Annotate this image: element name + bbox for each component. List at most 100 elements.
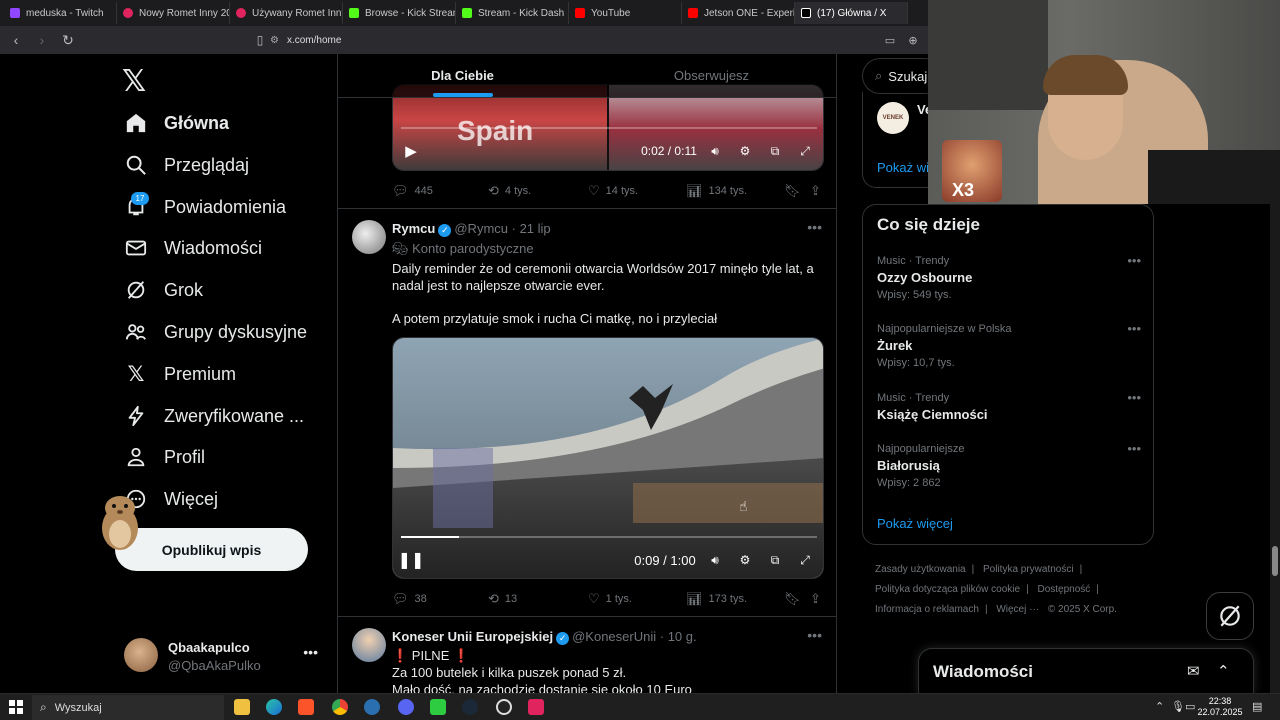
volume-icon[interactable]: 🔊︎ — [705, 141, 725, 161]
more-icon[interactable]: ••• — [1127, 390, 1141, 405]
fullscreen-icon[interactable]: ⤢ — [795, 550, 815, 570]
browser-tab-active[interactable]: (17) Główna / X — [795, 2, 908, 24]
settings-icon[interactable]: ⚙ — [735, 550, 755, 570]
steam-icon[interactable] — [462, 699, 478, 715]
footer-link[interactable]: Więcej ··· — [996, 604, 1039, 615]
back-icon[interactable]: ‹ — [6, 30, 26, 50]
author-handle[interactable]: @Rymcu — [454, 221, 508, 236]
reply-button[interactable]: 💬︎ 38 — [392, 591, 427, 607]
pip-icon[interactable]: ⧉ — [765, 141, 785, 161]
trend-item[interactable]: Music · Trendy Książę Ciemności ••• — [877, 390, 1143, 422]
footer-link[interactable]: Dostępność — [1037, 584, 1090, 595]
more-icon[interactable]: ••• — [1127, 321, 1141, 336]
tab-following[interactable]: Obserwujesz — [587, 54, 836, 97]
nav-explore[interactable]: Przeglądaj — [124, 145, 249, 185]
new-message-icon[interactable]: ✉ — [1187, 662, 1200, 680]
address-field[interactable]: ⚙ x.com/home — [270, 30, 920, 50]
app-icon[interactable] — [430, 699, 446, 715]
tab-for-you[interactable]: Dla Ciebie — [338, 54, 587, 97]
pip-icon[interactable]: ⧉ — [765, 550, 785, 570]
grok-floating-button[interactable] — [1206, 592, 1254, 640]
cast-icon[interactable]: ▭ — [880, 30, 900, 50]
bookmark-icon[interactable]: ▯ — [250, 30, 270, 50]
tray-expand-icon[interactable]: ⌃ — [1155, 700, 1164, 713]
messages-drawer[interactable]: Wiadomości ✉ ⌃ — [918, 648, 1254, 693]
file-explorer-icon[interactable] — [234, 699, 250, 715]
edge-icon[interactable] — [266, 699, 282, 715]
author-name[interactable]: Rymcu — [392, 221, 435, 236]
trend-item[interactable]: Music · Trendy Ozzy Osbourne Wpisy: 549 … — [877, 253, 1143, 301]
chrome-icon[interactable] — [332, 699, 348, 715]
more-icon[interactable]: ••• — [807, 219, 822, 235]
nav-grok[interactable]: Grok — [124, 270, 203, 310]
brave-icon[interactable] — [298, 699, 314, 715]
browser-tab[interactable]: Browse - Kick Streaming — [343, 2, 456, 24]
reply-button[interactable]: 💬︎ 445 — [392, 183, 433, 199]
x-logo-icon[interactable]: 𝕏 — [122, 64, 146, 99]
like-button[interactable]: ♡ 14 tys. — [588, 183, 638, 199]
nav-profile[interactable]: Profil — [124, 437, 205, 477]
tweet-date[interactable]: · 21 lip — [512, 221, 551, 236]
trend-item[interactable]: Najpopularniejsze w Polska Żurek Wpisy: … — [877, 321, 1143, 369]
show-more-link[interactable]: Pokaż wi — [877, 160, 929, 175]
reload-icon[interactable]: ↻ — [58, 30, 78, 50]
app-icon[interactable] — [528, 699, 544, 715]
obs-icon[interactable] — [496, 699, 512, 715]
nav-notifications[interactable]: Powiadomienia — [124, 187, 286, 227]
show-more-link[interactable]: Pokaż więcej — [877, 516, 953, 531]
more-icon[interactable]: ••• — [807, 627, 822, 643]
more-icon[interactable]: ••• — [1127, 441, 1141, 456]
account-switcher[interactable]: Qbaakapulco @QbaAkaPulko ••• — [124, 638, 324, 674]
microphone-icon[interactable]: 🎙︎ — [1171, 700, 1185, 713]
settings-icon[interactable]: ⚙ — [735, 141, 755, 161]
windows-start-icon[interactable] — [9, 700, 23, 714]
browser-tab[interactable]: Używany Romet Inny 2 — [230, 2, 343, 24]
nav-verified-orgs[interactable]: Zweryfikowane ... — [124, 396, 304, 436]
trend-item[interactable]: Najpopularniejsze Białorusią Wpisy: 2 86… — [877, 441, 1143, 489]
taskbar-search[interactable]: ⌕ Wyszukaj — [32, 695, 224, 720]
repost-button[interactable]: ⟲ 4 tys. — [488, 183, 531, 199]
browser-tab[interactable]: Nowy Romet Inny 2025 — [117, 2, 230, 24]
notification-center-icon[interactable]: ▤ — [1252, 700, 1262, 713]
app-icon[interactable] — [364, 699, 380, 715]
nav-messages[interactable]: Wiadomości — [124, 228, 262, 268]
avatar[interactable]: VENEK — [877, 102, 909, 134]
volume-icon[interactable]: 🔊︎ — [705, 550, 725, 570]
network-icon[interactable]: ▭ — [1185, 700, 1195, 713]
scrollbar-thumb[interactable] — [1272, 546, 1278, 576]
author-name[interactable]: Koneser Unii Europejskiej — [392, 629, 553, 644]
share-button[interactable]: ⇪ — [810, 591, 827, 607]
scrollbar[interactable] — [1270, 204, 1280, 693]
play-icon[interactable]: ▶ — [401, 141, 421, 161]
author-handle[interactable]: @KoneserUnii — [572, 629, 656, 644]
avatar[interactable] — [352, 628, 386, 662]
views-button[interactable]: 📊︎ 134 tys. — [686, 183, 747, 199]
nav-premium[interactable]: 𝕏 Premium — [124, 354, 236, 394]
avatar[interactable] — [352, 220, 386, 254]
browser-tab[interactable]: YouTube — [569, 2, 682, 24]
video-player[interactable]: ❚❚ 0:09 / 1:00 🔊︎ ⚙ ⧉ ⤢ ☝ — [392, 337, 824, 579]
tweet-date[interactable]: · 10 g. — [660, 629, 697, 644]
taskbar-clock[interactable]: 22:38 22.07.2025 — [1195, 696, 1245, 718]
discord-icon[interactable] — [398, 699, 414, 715]
more-icon[interactable]: ••• — [303, 644, 318, 660]
footer-link[interactable]: Polityka dotycząca plików cookie — [875, 584, 1020, 595]
footer-link[interactable]: Polityka prywatności — [983, 564, 1074, 575]
share-button[interactable]: ⇪ — [810, 183, 827, 199]
zoom-icon[interactable]: ⊕ — [903, 30, 923, 50]
nav-communities[interactable]: Grupy dyskusyjne — [124, 312, 307, 352]
fullscreen-icon[interactable]: ⤢ — [795, 141, 815, 161]
footer-link[interactable]: Zasady użytkowania — [875, 564, 966, 575]
footer-link[interactable]: Informacja o reklamach — [875, 604, 979, 615]
more-icon[interactable]: ••• — [1127, 253, 1141, 268]
pause-icon[interactable]: ❚❚ — [398, 550, 425, 570]
browser-tab[interactable]: Jetson ONE - Experience — [682, 2, 795, 24]
bookmark-button[interactable]: 🔖︎ — [784, 183, 807, 199]
expand-up-icon[interactable]: ⌃ — [1217, 662, 1230, 680]
repost-button[interactable]: ⟲ 13 — [488, 591, 517, 607]
browser-tab[interactable]: meduska - Twitch — [4, 2, 117, 24]
forward-icon[interactable]: › — [32, 30, 52, 50]
bookmark-button[interactable]: 🔖︎ — [784, 591, 807, 607]
like-button[interactable]: ♡ 1 tys. — [588, 591, 632, 607]
nav-home[interactable]: Główna — [124, 103, 229, 143]
